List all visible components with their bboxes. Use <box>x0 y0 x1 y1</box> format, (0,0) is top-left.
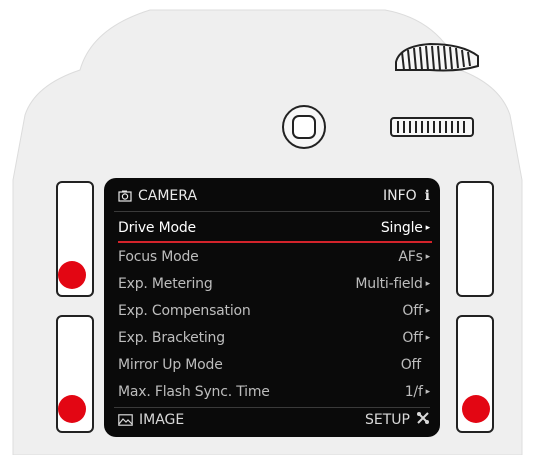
menu-footer: IMAGE SETUP <box>118 409 430 431</box>
image-tab[interactable]: IMAGE <box>118 412 184 428</box>
marker-top-left <box>58 261 86 289</box>
image-label: IMAGE <box>139 412 185 428</box>
arrow-right-icon: ▸ <box>425 306 431 316</box>
section-title: CAMERA <box>138 188 198 204</box>
info-icon: i <box>424 188 430 204</box>
marker-bottom-right <box>462 395 490 423</box>
menu-item-exp-bracketing[interactable]: Exp. Bracketing Off ▸ <box>118 325 430 351</box>
menu-item-drive-mode[interactable]: Drive Mode Single ▸ <box>118 215 430 241</box>
thumbwheel-icon[interactable] <box>390 117 474 137</box>
menu-item-value: 1/f <box>404 384 423 400</box>
arrow-right-icon: ▸ <box>425 279 431 289</box>
divider <box>114 211 430 212</box>
button-top-right[interactable] <box>456 181 494 297</box>
menu-item-label: Exp. Compensation <box>118 303 251 319</box>
menu-item-exp-compensation[interactable]: Exp. Compensation Off ▸ <box>118 298 430 324</box>
menu-item-value: Off <box>400 357 421 373</box>
menu-item-max-flash-sync-time[interactable]: Max. Flash Sync. Time 1/f ▸ <box>118 379 430 405</box>
menu-item-value: Multi-field <box>355 276 423 292</box>
arrow-right-icon: ▸ <box>425 223 431 233</box>
menu-screen: CAMERA INFO i Drive Mode Single ▸ Focus M… <box>104 178 440 437</box>
menu-header: CAMERA INFO i <box>118 184 430 208</box>
menu-item-mirror-up-mode[interactable]: Mirror Up Mode Off <box>118 352 430 378</box>
menu-item-focus-mode[interactable]: Focus Mode AFs ▸ <box>118 244 430 270</box>
arrow-right-icon: ▸ <box>425 333 431 343</box>
menu-item-label: Mirror Up Mode <box>118 357 223 373</box>
menu-item-value: Off <box>402 303 423 319</box>
info-label: INFO <box>382 188 417 204</box>
menu-item-label: Drive Mode <box>118 220 196 236</box>
image-icon <box>118 414 133 426</box>
wrench-icon <box>416 411 430 429</box>
marker-bottom-left <box>58 395 86 423</box>
menu-item-value: AFs <box>398 249 423 265</box>
dial-icon[interactable] <box>395 42 479 72</box>
menu-item-value: Off <box>402 330 423 346</box>
arrow-right-icon: ▸ <box>425 252 431 262</box>
menu-item-label: Max. Flash Sync. Time <box>118 384 270 400</box>
divider <box>114 407 430 408</box>
menu-item-value: Single <box>380 220 423 236</box>
setup-label: SETUP <box>365 412 410 428</box>
joystick-icon[interactable] <box>282 105 326 149</box>
menu-item-label: Exp. Bracketing <box>118 330 225 346</box>
info-tab[interactable]: INFO i <box>383 188 430 204</box>
menu-item-exp-metering[interactable]: Exp. Metering Multi-field ▸ <box>118 271 430 297</box>
arrow-right-icon: ▸ <box>425 387 431 397</box>
setup-tab[interactable]: SETUP <box>365 411 430 429</box>
menu-item-label: Exp. Metering <box>118 276 213 292</box>
camera-icon <box>118 190 132 202</box>
menu-item-label: Focus Mode <box>118 249 199 265</box>
selection-underline <box>118 241 432 243</box>
